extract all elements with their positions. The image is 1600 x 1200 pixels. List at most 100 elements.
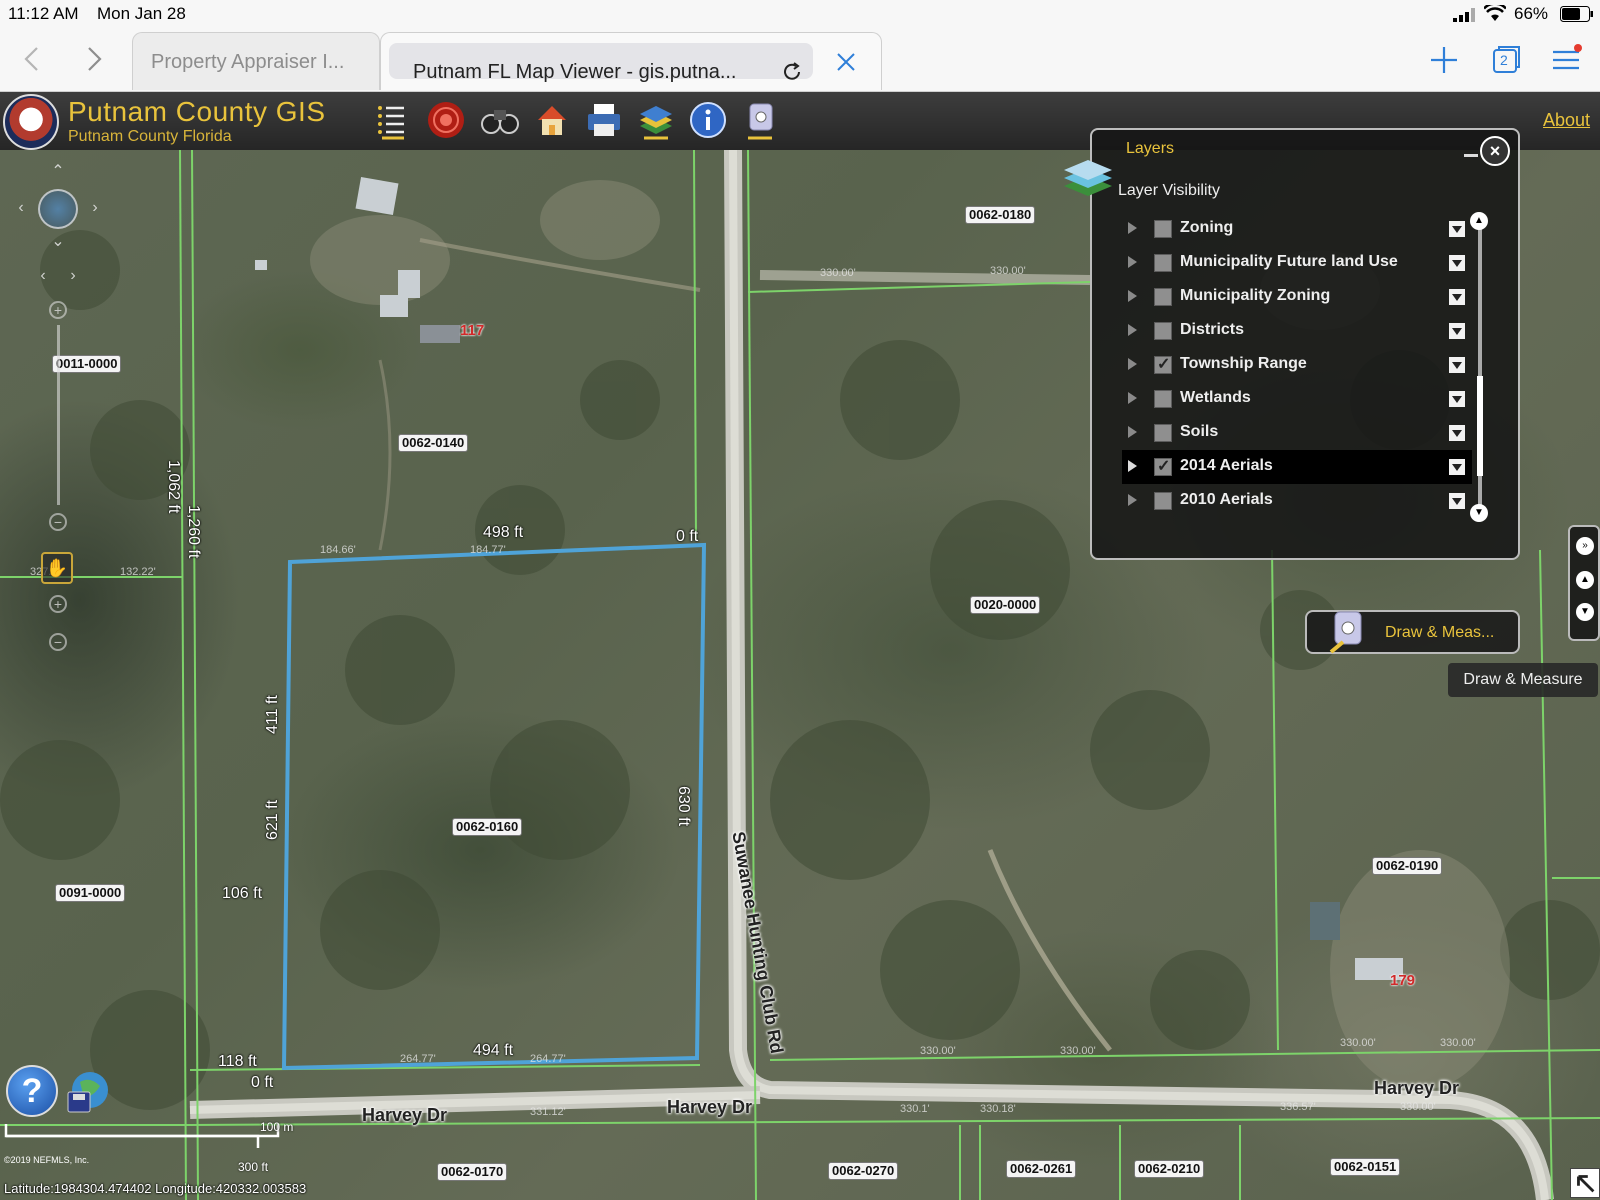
expand-arrow-icon[interactable] bbox=[1128, 494, 1137, 506]
expand-arrow-icon[interactable] bbox=[1128, 426, 1137, 438]
scroll-up-icon[interactable]: ▲ bbox=[1470, 212, 1488, 230]
layer-row[interactable]: Districts bbox=[1122, 314, 1472, 348]
expand-arrow-icon[interactable] bbox=[1128, 358, 1137, 370]
layer-visibility-checkbox[interactable] bbox=[1154, 220, 1172, 238]
address-bar[interactable]: Putnam FL Map Viewer - gis.putna... bbox=[389, 43, 813, 83]
back-icon[interactable] bbox=[18, 44, 48, 74]
expand-arrow-icon[interactable] bbox=[1128, 324, 1137, 336]
tab-overview-button[interactable]: 2 bbox=[1490, 44, 1522, 76]
reload-icon[interactable] bbox=[781, 61, 803, 83]
forward-icon[interactable] bbox=[78, 44, 108, 74]
about-link[interactable]: About bbox=[1543, 110, 1590, 131]
parcel-label[interactable]: 0062-0190 bbox=[1372, 857, 1443, 875]
layer-visibility-checkbox[interactable] bbox=[1154, 492, 1172, 510]
fast-forward-icon[interactable]: » bbox=[1576, 537, 1594, 555]
previous-extent-icon[interactable]: ‹ bbox=[36, 268, 50, 284]
dropdown-arrow-icon[interactable] bbox=[1449, 391, 1465, 407]
scrollbar-thumb[interactable] bbox=[1477, 376, 1483, 476]
parcel-label[interactable]: 0062-0261 bbox=[1006, 1160, 1077, 1178]
parcel-label[interactable]: 0091-0000 bbox=[55, 884, 126, 902]
info-icon[interactable] bbox=[688, 100, 728, 140]
zoom-in-icon[interactable]: + bbox=[49, 301, 67, 319]
help-button[interactable]: ? bbox=[6, 1065, 58, 1117]
status-bar: 11:12 AM Mon Jan 28 66% bbox=[0, 0, 1600, 28]
parcel-label[interactable]: 0062-0180 bbox=[965, 206, 1036, 224]
layer-visibility-checkbox[interactable] bbox=[1154, 288, 1172, 306]
resize-arrow-icon[interactable] bbox=[1570, 1168, 1600, 1198]
expand-arrow-icon[interactable] bbox=[1128, 290, 1137, 302]
save-map-icon[interactable] bbox=[66, 1070, 110, 1114]
parcel-label[interactable]: 0062-0270 bbox=[828, 1162, 899, 1180]
draw-measure-button[interactable]: Draw & Meas... bbox=[1305, 610, 1520, 654]
measure-icon[interactable] bbox=[740, 100, 780, 140]
binoculars-icon[interactable] bbox=[480, 100, 520, 140]
zoom-in-tool-icon[interactable]: + bbox=[49, 595, 67, 613]
menu-icon[interactable] bbox=[1550, 44, 1582, 76]
layer-row[interactable]: Zoning bbox=[1122, 212, 1472, 246]
printer-icon[interactable] bbox=[584, 100, 624, 140]
layer-row[interactable]: Wetlands bbox=[1122, 382, 1472, 416]
scroll-down-icon[interactable]: ▼ bbox=[1576, 603, 1594, 621]
home-icon[interactable] bbox=[532, 100, 572, 140]
dropdown-arrow-icon[interactable] bbox=[1449, 221, 1465, 237]
dropdown-arrow-icon[interactable] bbox=[1449, 323, 1465, 339]
scroll-up-icon[interactable]: ▲ bbox=[1576, 571, 1594, 589]
parcel-label[interactable]: 0062-0170 bbox=[437, 1163, 508, 1181]
globe-icon[interactable] bbox=[38, 189, 78, 229]
scroll-down-icon[interactable]: ▼ bbox=[1470, 504, 1488, 522]
expand-arrow-icon[interactable] bbox=[1128, 392, 1137, 404]
svg-text:132.22': 132.22' bbox=[120, 566, 156, 578]
layer-row[interactable]: Municipality Zoning bbox=[1122, 280, 1472, 314]
expand-arrow-icon[interactable] bbox=[1128, 222, 1137, 234]
expand-arrow-icon[interactable] bbox=[1128, 460, 1137, 472]
layers-icon[interactable] bbox=[636, 100, 676, 140]
layer-row[interactable]: 2010 Aerials bbox=[1122, 484, 1472, 518]
dropdown-arrow-icon[interactable] bbox=[1449, 357, 1465, 373]
parcel-label[interactable]: 0062-0140 bbox=[398, 434, 469, 452]
layers-scrollbar[interactable] bbox=[1477, 216, 1483, 508]
new-tab-icon[interactable] bbox=[1428, 44, 1460, 76]
next-extent-icon[interactable]: › bbox=[66, 268, 80, 284]
tab-property-appraiser[interactable]: Property Appraiser I... bbox=[132, 32, 380, 90]
browser-tab-bar: Property Appraiser I... Putnam FL Map Vi… bbox=[0, 28, 1600, 92]
layer-visibility-checkbox[interactable] bbox=[1154, 354, 1172, 374]
list-icon[interactable] bbox=[374, 100, 414, 140]
close-tab-icon[interactable] bbox=[835, 51, 857, 73]
zoom-slider[interactable] bbox=[57, 325, 60, 505]
target-icon[interactable] bbox=[426, 100, 466, 140]
layer-visibility-checkbox[interactable] bbox=[1154, 322, 1172, 340]
layer-visibility-checkbox[interactable] bbox=[1154, 254, 1172, 272]
parcel-label[interactable]: 0062-0151 bbox=[1330, 1158, 1401, 1176]
tab-map-viewer[interactable]: Putnam FL Map Viewer - gis.putna... bbox=[380, 32, 882, 90]
layer-row[interactable]: Township Range bbox=[1122, 348, 1472, 382]
dimension-label: 498 ft bbox=[483, 524, 524, 541]
dropdown-arrow-icon[interactable] bbox=[1449, 255, 1465, 271]
layer-row[interactable]: Soils bbox=[1122, 416, 1472, 450]
parcel-label[interactable]: 0020-0000 bbox=[970, 596, 1041, 614]
pan-down-icon[interactable]: ⌄ bbox=[51, 234, 65, 250]
expand-arrow-icon[interactable] bbox=[1128, 256, 1137, 268]
layer-name: Municipality Future land Use bbox=[1180, 253, 1398, 270]
pan-left-icon[interactable]: ‹ bbox=[14, 200, 28, 216]
layer-row[interactable]: 2014 Aerials bbox=[1122, 450, 1472, 484]
pan-right-icon[interactable]: › bbox=[88, 200, 102, 216]
pan-up-icon[interactable]: ⌃ bbox=[51, 164, 65, 180]
layer-name: Wetlands bbox=[1180, 389, 1251, 406]
dropdown-arrow-icon[interactable] bbox=[1449, 493, 1465, 509]
close-icon[interactable]: × bbox=[1480, 136, 1510, 166]
layer-visibility-checkbox[interactable] bbox=[1154, 456, 1172, 476]
parcel-label[interactable]: 0062-0160 bbox=[452, 818, 523, 836]
house-number: 117 bbox=[460, 322, 485, 339]
layer-row[interactable]: Municipality Future land Use bbox=[1122, 246, 1472, 280]
dropdown-arrow-icon[interactable] bbox=[1449, 289, 1465, 305]
parcel-label[interactable]: 0062-0210 bbox=[1134, 1160, 1205, 1178]
dropdown-arrow-icon[interactable] bbox=[1449, 459, 1465, 475]
zoom-out-icon[interactable]: − bbox=[49, 513, 67, 531]
zoom-out-tool-icon[interactable]: − bbox=[49, 633, 67, 651]
layer-visibility-checkbox[interactable] bbox=[1154, 390, 1172, 408]
layer-name: Township Range bbox=[1180, 355, 1307, 372]
minimize-icon[interactable] bbox=[1464, 154, 1478, 157]
dropdown-arrow-icon[interactable] bbox=[1449, 425, 1465, 441]
pan-hand-icon[interactable]: ✋ bbox=[41, 552, 73, 584]
layer-visibility-checkbox[interactable] bbox=[1154, 424, 1172, 442]
